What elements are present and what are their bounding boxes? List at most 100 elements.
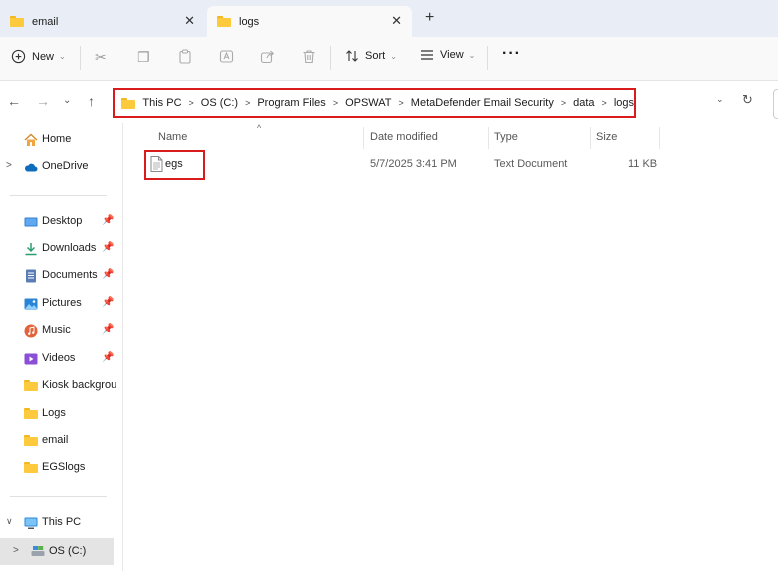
file-size: 11 KB [628, 158, 658, 170]
paste-icon[interactable] [178, 49, 192, 67]
sidebar-item-label: EGSlogs [42, 461, 86, 473]
chevron-down-icon: ⌄ [390, 51, 397, 61]
annotation-highlight [144, 150, 205, 180]
new-button[interactable]: New ⌄ [11, 49, 66, 64]
sidebar-item-label: This PC [42, 516, 82, 528]
breadcrumb-opswat[interactable]: OPSWAT [345, 97, 391, 109]
refresh-icon[interactable]: ↻ [742, 92, 753, 108]
breadcrumb-os-c[interactable]: OS (C:) [201, 97, 238, 109]
folder-icon [24, 408, 38, 419]
tab-email-label: email [32, 15, 59, 28]
view-icon [421, 50, 433, 60]
divider [10, 496, 107, 497]
new-tab-icon[interactable]: + [425, 9, 434, 27]
view-button[interactable]: View ⌄ [420, 49, 475, 61]
pin-icon[interactable]: 📌 [102, 352, 114, 363]
search-box[interactable] [773, 89, 778, 119]
copy-icon[interactable]: ❐ [137, 49, 150, 66]
close-icon[interactable]: ✕ [184, 13, 195, 29]
view-button-label: View [440, 49, 464, 61]
tab-logs-label: logs [239, 15, 260, 28]
column-header-type[interactable]: Type [494, 131, 518, 143]
sidebar-item-desktop[interactable]: Desktop 📌 [0, 211, 122, 233]
sidebar-item-music[interactable]: Music 📌 [0, 320, 122, 342]
video-icon [24, 353, 38, 365]
sidebar-item-home[interactable]: Home [0, 129, 122, 151]
recent-locations-chevron-icon[interactable]: ⌄ [63, 95, 71, 106]
folder-icon [24, 380, 38, 391]
sort-button-label: Sort [365, 50, 386, 62]
back-arrow-icon[interactable]: ← [7, 93, 21, 109]
pin-icon[interactable]: 📌 [102, 242, 114, 253]
sidebar-item-email[interactable]: email [0, 430, 122, 452]
chevron-right-icon: > [332, 98, 339, 108]
sidebar-item-label: Home [42, 133, 72, 145]
chevron-down-icon: ⌄ [468, 50, 476, 60]
column-header-name[interactable]: Name [158, 131, 187, 143]
new-button-label: New [32, 50, 55, 63]
sidebar-item-egslogs[interactable]: EGSlogs [0, 457, 122, 479]
sort-button[interactable]: Sort ⌄ [345, 49, 397, 63]
sidebar-item-kiosk-backgrounds[interactable]: Kiosk backgrour [0, 375, 122, 397]
pin-icon[interactable]: 📌 [102, 215, 114, 226]
chevron-right-icon: > [560, 98, 567, 108]
breadcrumb-this-pc[interactable]: This PC [142, 97, 181, 109]
share-icon[interactable] [260, 49, 275, 67]
sidebar-item-downloads[interactable]: Downloads 📌 [0, 238, 122, 260]
sidebar-item-logs[interactable]: Logs [0, 403, 122, 425]
close-icon[interactable]: ✕ [391, 13, 402, 29]
toolbar: New ⌄ ✂ ❐ Sort ⌄ View ⌄ ··· [0, 37, 778, 81]
sidebar-item-videos[interactable]: Videos 📌 [0, 348, 122, 370]
breadcrumb-logs[interactable]: logs [614, 97, 634, 109]
address-history-chevron-icon[interactable]: ⌄ [716, 94, 724, 105]
pin-icon[interactable]: 📌 [102, 297, 114, 308]
column-divider[interactable] [590, 127, 591, 149]
chevron-down-icon[interactable]: ∨ [6, 516, 13, 527]
column-divider[interactable] [363, 127, 364, 149]
pin-icon[interactable]: 📌 [102, 324, 114, 335]
cloud-icon [24, 163, 38, 172]
sidebar-item-documents[interactable]: Documents 📌 [0, 265, 122, 287]
column-divider[interactable] [659, 127, 660, 149]
pin-icon[interactable]: 📌 [102, 269, 114, 280]
folder-icon [24, 462, 38, 473]
drive-icon [31, 546, 45, 556]
up-arrow-icon[interactable]: ↑ [88, 93, 95, 109]
divider [80, 46, 81, 70]
sidebar-item-pictures[interactable]: Pictures 📌 [0, 293, 122, 315]
column-header-size[interactable]: Size [596, 131, 617, 143]
rename-icon[interactable] [219, 49, 234, 67]
sidebar-item-label: email [42, 434, 69, 446]
divider [10, 195, 107, 196]
sidebar-item-os-c[interactable]: > OS (C:) [0, 538, 114, 565]
download-icon [25, 243, 37, 256]
file-list: ^ Name Date modified Type Size egs 5/7/2… [124, 123, 778, 571]
file-date-modified: 5/7/2025 3:41 PM [370, 158, 457, 170]
tab-logs[interactable]: logs ✕ [207, 6, 412, 37]
tab-email[interactable]: email ✕ [0, 6, 205, 37]
divider [330, 46, 331, 70]
column-header-date[interactable]: Date modified [370, 131, 438, 143]
desktop-icon [24, 217, 38, 227]
chevron-right-icon[interactable]: > [13, 545, 19, 556]
cut-icon[interactable]: ✂ [95, 49, 107, 66]
chevron-right-icon: > [188, 98, 194, 108]
column-divider[interactable] [488, 127, 489, 149]
address-bar[interactable]: > This PC > OS (C:) > Program Files > OP… [113, 88, 636, 118]
sidebar-item-this-pc[interactable]: ∨ This PC [0, 512, 122, 534]
breadcrumb-metadefender[interactable]: MetaDefender Email Security [411, 97, 554, 109]
more-options-icon[interactable]: ··· [502, 45, 521, 63]
sidebar-item-onedrive[interactable]: > OneDrive [0, 156, 122, 178]
breadcrumb-program-files[interactable]: Program Files [257, 97, 325, 109]
file-type: Text Document [494, 158, 568, 170]
delete-icon[interactable] [302, 49, 316, 67]
sort-icon [346, 50, 358, 62]
chevron-right-icon[interactable]: > [6, 160, 12, 171]
folder-icon [10, 16, 24, 27]
sidebar-item-label: Logs [42, 407, 66, 419]
plus-circle-icon [11, 49, 26, 64]
breadcrumb-data[interactable]: data [573, 97, 594, 109]
sort-ascending-icon: ^ [257, 123, 262, 133]
forward-arrow-icon[interactable]: → [36, 93, 50, 109]
computer-icon [24, 517, 38, 529]
